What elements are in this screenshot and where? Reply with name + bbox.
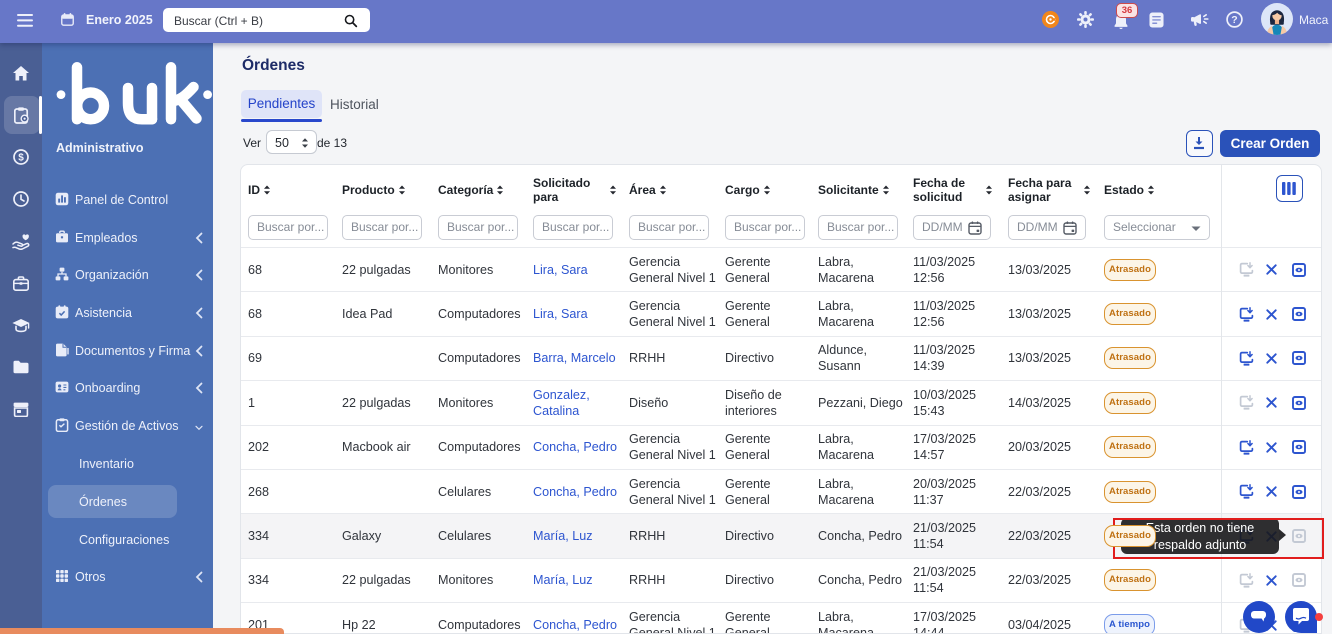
svg-text:?: ? — [1231, 14, 1237, 26]
svg-text:$: $ — [18, 153, 24, 164]
